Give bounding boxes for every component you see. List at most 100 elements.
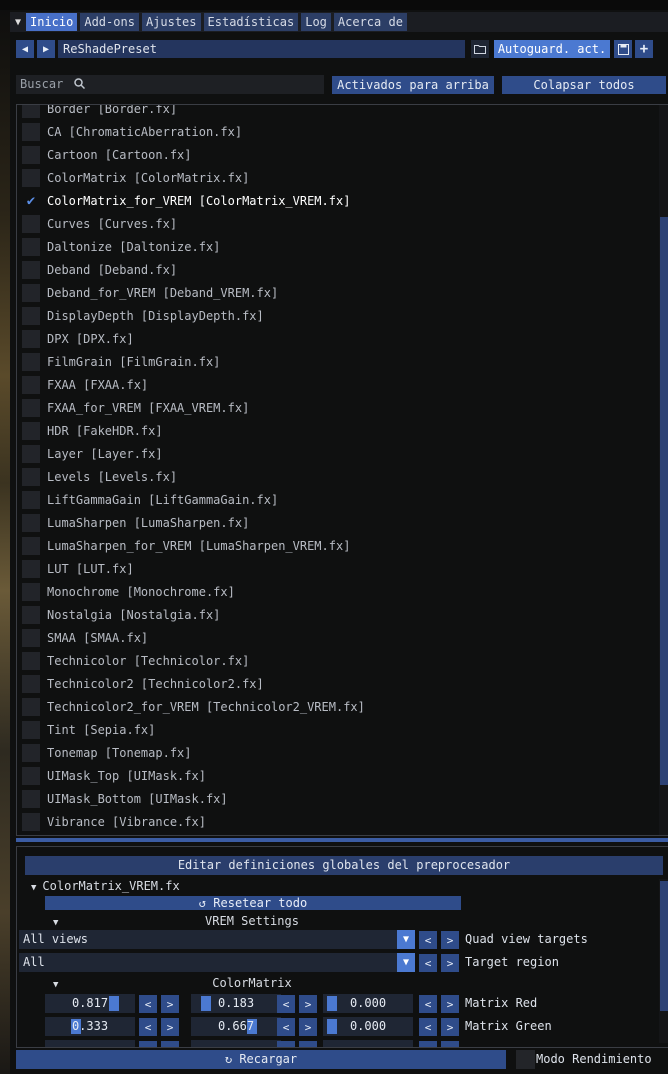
matrix-green-r-slider[interactable]: 0.333 xyxy=(45,1017,135,1036)
effect-checkbox[interactable] xyxy=(22,214,40,233)
effect-list-item[interactable]: Deband_for_VREM [Deband_VREM.fx] xyxy=(17,281,657,304)
editor-scroll-thumb[interactable] xyxy=(660,881,668,1011)
matrix-red-g-increase[interactable]: > xyxy=(299,995,317,1013)
effect-checkbox[interactable] xyxy=(22,105,40,118)
editor-scrollbar[interactable] xyxy=(659,879,668,1043)
quad-view-decrease[interactable]: < xyxy=(419,931,437,949)
matrix-green-r-increase[interactable]: > xyxy=(161,1018,179,1036)
target-region-dropdown[interactable]: ▼ xyxy=(397,953,415,972)
effect-list-scroll-thumb[interactable] xyxy=(660,217,668,785)
effect-list-item[interactable]: Technicolor2_for_VREM [Technicolor2_VREM… xyxy=(17,695,657,718)
matrix-blue-r-increase[interactable] xyxy=(161,1041,179,1047)
effect-checkbox[interactable] xyxy=(22,582,40,601)
effect-checkbox[interactable] xyxy=(22,168,40,187)
effect-list-item[interactable]: Levels [Levels.fx] xyxy=(17,465,657,488)
effect-checkbox[interactable] xyxy=(22,697,40,716)
matrix-blue-r-decrease[interactable] xyxy=(139,1041,157,1047)
effect-list-item[interactable]: Vibrance [Vibrance.fx] xyxy=(17,810,657,833)
effect-list-item[interactable]: UIMask_Bottom [UIMask.fx] xyxy=(17,787,657,810)
effect-checkbox[interactable] xyxy=(22,306,40,325)
effect-checkbox[interactable] xyxy=(22,812,40,831)
matrix-red-b-decrease[interactable]: < xyxy=(419,995,437,1013)
tab-log[interactable]: Log xyxy=(301,13,331,31)
effect-list-item[interactable]: Nostalgia [Nostalgia.fx] xyxy=(17,603,657,626)
performance-mode-checkbox[interactable] xyxy=(516,1050,535,1069)
matrix-red-r-slider[interactable]: 0.817 xyxy=(45,994,135,1013)
reload-button[interactable]: ↻ Recargar xyxy=(16,1050,506,1069)
autosave-button[interactable]: Autoguard. act. xyxy=(494,40,610,58)
effect-checkbox[interactable] xyxy=(22,789,40,808)
effect-checkbox-checked[interactable]: ✔ xyxy=(22,192,40,210)
effect-list[interactable]: Border [Border.fx] CA [ChromaticAberratio… xyxy=(16,104,668,836)
effect-list-item[interactable]: SMAA [SMAA.fx] xyxy=(17,626,657,649)
effect-checkbox[interactable] xyxy=(22,766,40,785)
effect-checkbox[interactable] xyxy=(22,375,40,394)
vrem-settings-header[interactable]: VREM Settings xyxy=(147,913,357,929)
matrix-blue-g-increase[interactable] xyxy=(299,1041,317,1047)
effect-checkbox[interactable] xyxy=(22,743,40,762)
matrix-green-r-decrease[interactable]: < xyxy=(139,1018,157,1036)
slider-grab[interactable] xyxy=(327,996,337,1011)
matrix-blue-g-decrease[interactable] xyxy=(277,1041,295,1047)
matrix-red-r-decrease[interactable]: < xyxy=(139,995,157,1013)
matrix-green-b-slider[interactable]: 0.000 xyxy=(323,1017,413,1036)
matrix-blue-g-slider[interactable] xyxy=(191,1040,281,1047)
effect-checkbox[interactable] xyxy=(22,559,40,578)
quad-view-select[interactable]: All views xyxy=(19,930,399,949)
effect-checkbox[interactable] xyxy=(22,260,40,279)
next-preset-button[interactable]: ▶ xyxy=(37,40,55,58)
effect-list-item[interactable]: Technicolor2 [Technicolor2.fx] xyxy=(17,672,657,695)
slider-grab[interactable] xyxy=(109,996,119,1011)
slider-grab[interactable] xyxy=(327,1019,337,1034)
open-folder-button[interactable] xyxy=(471,40,489,58)
effect-checkbox[interactable] xyxy=(22,237,40,256)
target-region-select[interactable]: All xyxy=(19,953,399,972)
previous-preset-button[interactable]: ◀ xyxy=(16,40,34,58)
effect-checkbox[interactable] xyxy=(22,444,40,463)
effect-checkbox[interactable] xyxy=(22,605,40,624)
effect-list-item[interactable]: UIMask_Top [UIMask.fx] xyxy=(17,764,657,787)
effect-checkbox[interactable] xyxy=(22,651,40,670)
add-preset-button[interactable]: + xyxy=(635,40,653,58)
colormatrix-section-toggle[interactable]: ▼ xyxy=(53,975,64,991)
effect-checkbox[interactable] xyxy=(22,352,40,371)
effect-list-item[interactable]: LumaSharpen_for_VREM [LumaSharpen_VREM.f… xyxy=(17,534,657,557)
tab-estadisticas[interactable]: Estadísticas xyxy=(203,13,299,31)
effect-list-item[interactable]: Curves [Curves.fx] xyxy=(17,212,657,235)
slider-grab[interactable] xyxy=(201,996,211,1011)
matrix-green-g-decrease[interactable]: < xyxy=(277,1018,295,1036)
matrix-green-g-slider[interactable]: 0.667 xyxy=(191,1017,281,1036)
effect-list-item[interactable]: LumaSharpen [LumaSharpen.fx] xyxy=(17,511,657,534)
effect-list-item[interactable]: Cartoon [Cartoon.fx] xyxy=(17,143,657,166)
effect-checkbox[interactable] xyxy=(22,490,40,509)
matrix-red-b-increase[interactable]: > xyxy=(441,995,459,1013)
effect-checkbox[interactable] xyxy=(22,513,40,532)
tab-acerca-de[interactable]: Acerca de xyxy=(333,13,407,31)
reset-all-button[interactable]: ↺ Resetear todo xyxy=(45,896,461,910)
effect-checkbox[interactable] xyxy=(22,329,40,348)
effect-list-item[interactable]: Tint [Sepia.fx] xyxy=(17,718,657,741)
active-first-button[interactable]: Activados para arriba xyxy=(332,75,494,94)
effect-list-item[interactable]: Deband [Deband.fx] xyxy=(17,258,657,281)
target-region-increase[interactable]: > xyxy=(441,954,459,972)
effect-list-item[interactable]: Daltonize [Daltonize.fx] xyxy=(17,235,657,258)
tab-inicio[interactable]: Inicio xyxy=(26,13,78,31)
collapse-all-button[interactable]: Colapsar todos xyxy=(502,75,666,94)
effect-list-item[interactable]: DPX [DPX.fx] xyxy=(17,327,657,350)
effect-checkbox[interactable] xyxy=(22,122,40,141)
tab-add-ons[interactable]: Add-ons xyxy=(80,13,139,31)
panel-splitter[interactable] xyxy=(16,838,668,842)
matrix-blue-b-slider[interactable] xyxy=(323,1040,413,1047)
effect-list-item[interactable]: Layer [Layer.fx] xyxy=(17,442,657,465)
collapse-arrow-icon[interactable]: ▼ xyxy=(10,17,26,28)
effect-tree-node[interactable]: ▼ ColorMatrix_VREM.fx xyxy=(31,878,180,894)
effect-list-item[interactable]: LiftGammaGain [LiftGammaGain.fx] xyxy=(17,488,657,511)
effect-list-item[interactable]: ✔ ColorMatrix_for_VREM [ColorMatrix_VREM.… xyxy=(17,189,657,212)
effect-checkbox[interactable] xyxy=(22,145,40,164)
effect-list-item[interactable]: FilmGrain [FilmGrain.fx] xyxy=(17,350,657,373)
effect-list-scrollbar[interactable] xyxy=(659,105,668,835)
matrix-red-g-decrease[interactable]: < xyxy=(277,995,295,1013)
matrix-green-b-increase[interactable]: > xyxy=(441,1018,459,1036)
effect-list-item[interactable]: FXAA_for_VREM [FXAA_VREM.fx] xyxy=(17,396,657,419)
effect-checkbox[interactable] xyxy=(22,720,40,739)
